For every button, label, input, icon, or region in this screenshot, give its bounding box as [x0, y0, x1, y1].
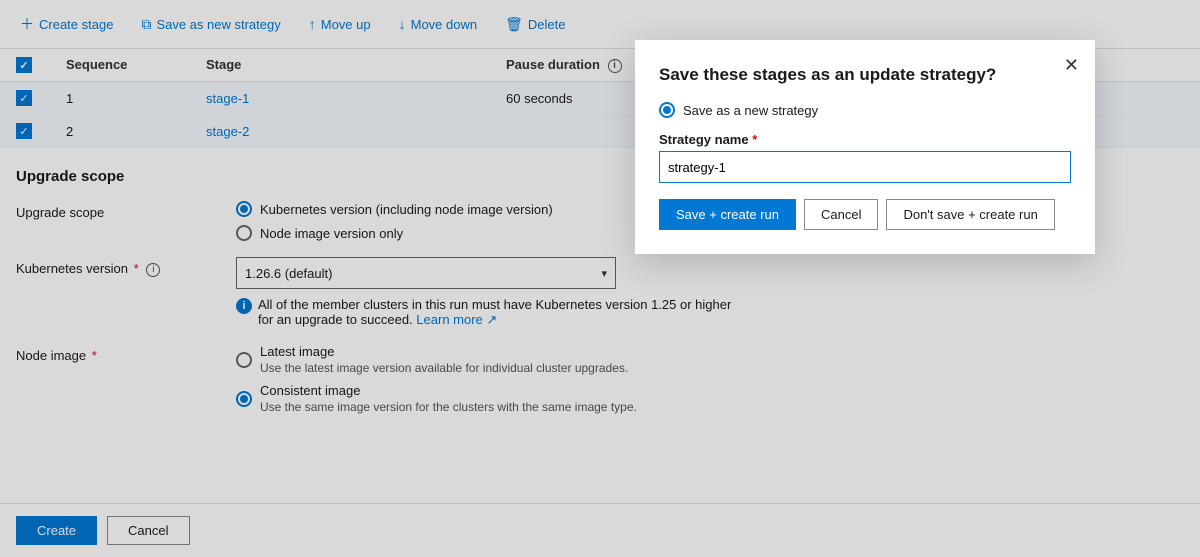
save-as-new-strategy-radio[interactable]: [659, 102, 675, 118]
modal-buttons: Save + create run Cancel Don't save + cr…: [659, 199, 1071, 230]
save-strategy-modal: Save these stages as an update strategy?…: [635, 40, 1095, 254]
modal-cancel-button[interactable]: Cancel: [804, 199, 878, 230]
strategy-name-required: *: [752, 132, 757, 147]
modal-close-button[interactable]: ✕: [1064, 56, 1079, 74]
dont-save-button[interactable]: Don't save + create run: [886, 199, 1054, 230]
strategy-name-label: Strategy name *: [659, 132, 1071, 147]
save-as-new-strategy-row: Save as a new strategy: [659, 102, 1071, 118]
save-create-run-button[interactable]: Save + create run: [659, 199, 796, 230]
modal-overlay: Save these stages as an update strategy?…: [0, 0, 1200, 557]
modal-title: Save these stages as an update strategy?: [659, 64, 1071, 86]
save-as-new-strategy-modal-label: Save as a new strategy: [683, 103, 818, 118]
strategy-name-input[interactable]: [659, 151, 1071, 183]
